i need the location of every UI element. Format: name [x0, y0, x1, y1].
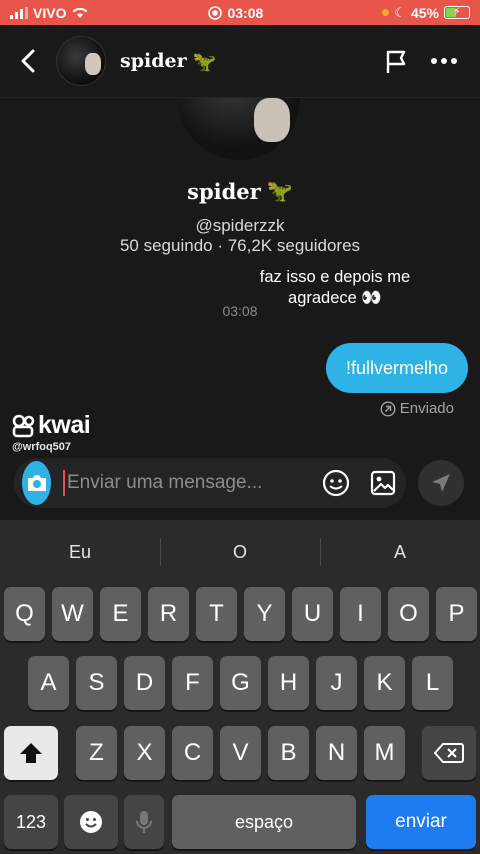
key-u[interactable]: U	[292, 587, 333, 641]
key-enviar[interactable]: enviar	[366, 795, 476, 849]
message-composer	[14, 458, 406, 508]
profile-stats: 50 seguindo · 76,2K seguidores	[119, 236, 361, 255]
profile-name-text: spider	[187, 178, 261, 204]
key-l[interactable]: L	[412, 656, 453, 710]
contact-name[interactable]: spider 🦖	[120, 50, 216, 73]
key-microphone[interactable]	[124, 795, 164, 849]
key-space[interactable]: espaço	[172, 795, 356, 849]
keyboard: Eu O A Q W E R T Y U I O P A S D F G H J K L Z X C V B N M 123 espa…	[0, 520, 480, 854]
suggestion-item[interactable]: Eu	[0, 542, 160, 563]
battery-icon: ⚡	[444, 6, 470, 19]
key-h[interactable]: H	[268, 656, 309, 710]
key-emoji[interactable]	[64, 795, 118, 849]
contact-name-text: spider	[120, 50, 187, 72]
back-button[interactable]	[0, 25, 56, 98]
profile-picture[interactable]	[178, 98, 300, 160]
gallery-button[interactable]	[370, 470, 396, 496]
suggestion-item[interactable]: A	[320, 538, 480, 566]
signal-icon	[10, 6, 28, 19]
shift-icon	[20, 743, 42, 763]
wifi-icon	[72, 7, 88, 18]
key-q[interactable]: Q	[4, 587, 45, 641]
carrier-label: VIVO	[33, 4, 67, 21]
sent-status-text: Enviado	[399, 400, 454, 417]
key-g[interactable]: G	[220, 656, 261, 710]
dinosaur-emoji: 🦖	[266, 178, 293, 203]
outgoing-message[interactable]: !fullvermelho	[325, 343, 468, 393]
kwai-brand: kwai	[38, 411, 91, 439]
key-n[interactable]: N	[316, 726, 357, 780]
key-k[interactable]: K	[364, 656, 405, 710]
chat-header: spider 🦖	[0, 25, 480, 98]
avatar[interactable]	[56, 36, 106, 86]
key-b[interactable]: B	[268, 726, 309, 780]
sent-status: Enviado	[380, 400, 454, 417]
key-numbers[interactable]: 123	[4, 795, 58, 849]
message-input[interactable]	[63, 470, 312, 496]
message-timestamp: 03:08	[222, 303, 258, 319]
battery-percent: 45%	[410, 4, 439, 21]
profile-handle: @spiderzzk	[195, 216, 285, 235]
sent-arrow-icon	[380, 400, 396, 417]
key-y[interactable]: Y	[244, 587, 285, 641]
kwai-watermark: kwai	[12, 411, 91, 440]
image-icon	[370, 470, 396, 496]
suggestion-item[interactable]: O	[160, 538, 320, 566]
key-s[interactable]: S	[76, 656, 117, 710]
flag-icon[interactable]	[384, 48, 410, 74]
backspace-icon	[434, 743, 464, 763]
send-button[interactable]	[418, 460, 464, 506]
kwai-logo-icon	[12, 414, 35, 437]
suggestion-bar: Eu O A	[0, 520, 480, 585]
key-a[interactable]: A	[28, 656, 69, 710]
more-options-icon[interactable]	[430, 57, 458, 65]
key-o[interactable]: O	[388, 587, 429, 641]
key-j[interactable]: J	[316, 656, 357, 710]
privacy-dot-icon	[382, 9, 390, 16]
key-shift[interactable]	[4, 726, 58, 780]
key-r[interactable]: R	[148, 587, 189, 641]
key-m[interactable]: M	[364, 726, 405, 780]
kwai-username: @wrfoq507	[12, 441, 72, 453]
camera-button[interactable]	[22, 461, 51, 505]
moon-icon: ☾	[394, 4, 406, 20]
emoji-icon	[80, 811, 102, 833]
key-c[interactable]: C	[172, 726, 213, 780]
microphone-icon	[136, 811, 152, 833]
dinosaur-emoji: 🦖	[192, 50, 217, 73]
key-e[interactable]: E	[100, 587, 141, 641]
status-bar: VIVO 03:08 ☾ 45% ⚡	[0, 0, 480, 25]
key-v[interactable]: V	[220, 726, 261, 780]
sticker-button[interactable]	[322, 469, 350, 497]
key-z[interactable]: Z	[76, 726, 117, 780]
key-x[interactable]: X	[124, 726, 165, 780]
key-d[interactable]: D	[124, 656, 165, 710]
chevron-left-icon	[21, 49, 35, 73]
key-p[interactable]: P	[436, 587, 477, 641]
key-f[interactable]: F	[172, 656, 213, 710]
profile-name: spider 🦖	[0, 178, 480, 204]
camera-icon	[27, 475, 46, 491]
screen-record-icon	[208, 5, 223, 20]
key-w[interactable]: W	[52, 587, 93, 641]
key-i[interactable]: I	[340, 587, 381, 641]
outgoing-message-text: !fullvermelho	[345, 357, 448, 378]
send-icon	[432, 474, 450, 492]
key-t[interactable]: T	[196, 587, 237, 641]
clock: 03:08	[227, 4, 264, 21]
chat-area[interactable]: spider 🦖 @spiderzzk 50 seguindo · 76,2K …	[0, 98, 480, 520]
sticker-icon	[322, 469, 350, 497]
key-delete[interactable]	[422, 726, 476, 780]
